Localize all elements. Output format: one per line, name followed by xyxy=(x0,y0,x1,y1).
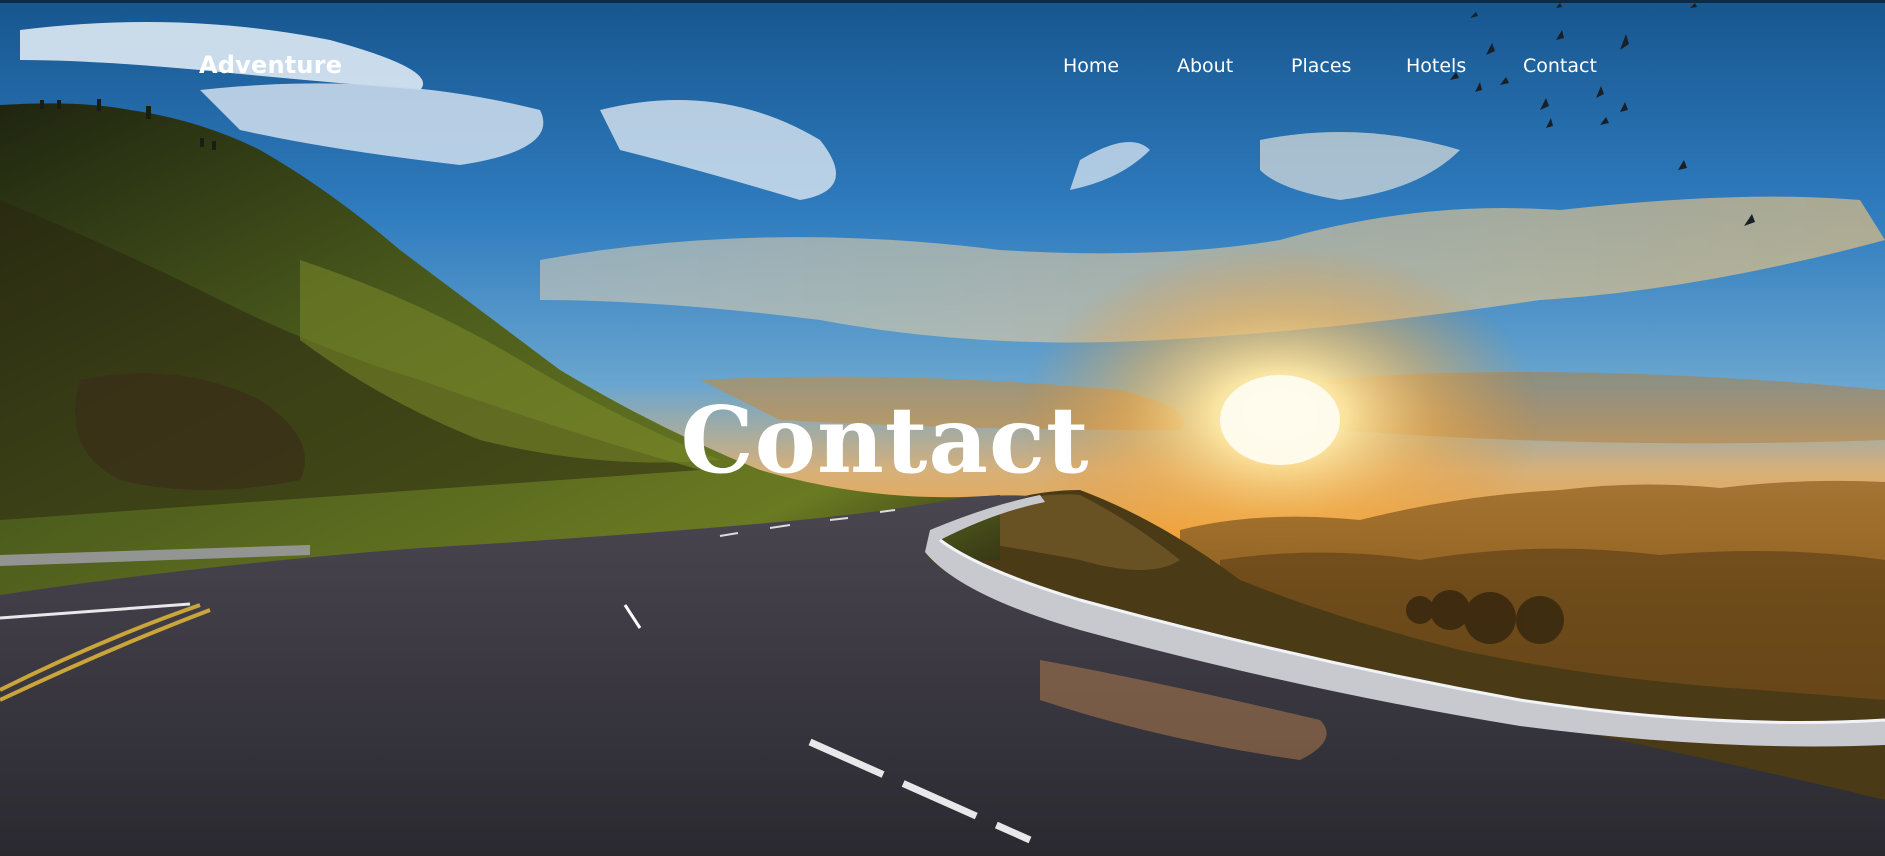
top-navbar: Adventure Home About Places Hotels Conta… xyxy=(0,0,1885,136)
nav-link-contact[interactable]: Contact xyxy=(1523,55,1597,77)
brand-logo-link[interactable]: Adventure xyxy=(199,51,342,79)
hero-title: Contact xyxy=(680,386,1090,494)
hero-section: Adventure Home About Places Hotels Conta… xyxy=(0,0,1885,856)
nav-link-places[interactable]: Places xyxy=(1291,55,1351,77)
nav-link-about[interactable]: About xyxy=(1177,55,1233,77)
nav-link-hotels[interactable]: Hotels xyxy=(1406,55,1466,77)
nav-link-home[interactable]: Home xyxy=(1063,55,1119,77)
